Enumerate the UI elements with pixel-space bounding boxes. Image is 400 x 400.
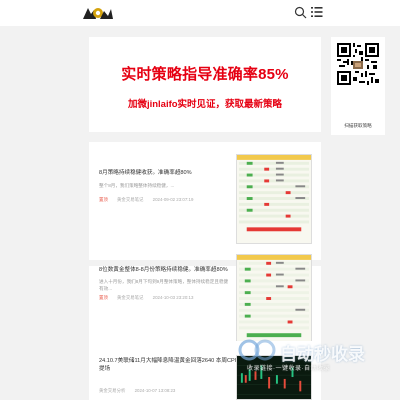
menu-icon[interactable]: [311, 6, 323, 18]
article-excerpt: 整个8月，我们策略整体持续稳健，...: [99, 183, 175, 188]
post-date: 2024-10-03 23:20:13: [152, 295, 194, 300]
post-date: 2024-09-02 23:07:19: [152, 197, 194, 202]
qr-caption: 扫描获取策略: [344, 123, 372, 128]
qr-code-icon: [337, 43, 379, 85]
article-meta: 黄金交易分析 2024-10-07 13:08:23: [99, 388, 175, 394]
category-link[interactable]: 黄金交易分析: [99, 388, 125, 393]
search-icon[interactable]: [294, 6, 307, 19]
article-meta: 置顶 黄金交易笔记 2024-09-02 23:07:19: [99, 197, 193, 203]
article-title[interactable]: 8位数黄金整体8-8月份策略持续稳健。准确率超80%: [99, 266, 239, 274]
pinned-tag: 置顶: [99, 295, 108, 300]
banner-subtitle: 加微jinlaifo实时见证，获取最新策略: [127, 99, 283, 110]
article-card[interactable]: 24.10.7美联储11月大幅降息降温黄金回落2640 本周CPI提场 黄金交易…: [89, 341, 321, 400]
article-meta: 置顶 黄金交易笔记 2024-10-03 23:20:13: [99, 295, 193, 301]
article-title[interactable]: 24.10.7美联储11月大幅降息降温黄金回落2640 本周CPI提场: [99, 357, 239, 373]
qr-card: 扫描获取策略: [331, 37, 385, 135]
logo-icon[interactable]: [82, 5, 114, 21]
article-thumbnail[interactable]: [236, 254, 312, 344]
pinned-tag: 置顶: [99, 197, 108, 202]
article-thumbnail[interactable]: [236, 355, 312, 400]
article-card[interactable]: 8月策略持续稳健收获。准确率超80% 整个8月，我们策略整体持续稳健，... 置…: [89, 142, 321, 260]
top-bar: [0, 0, 400, 26]
post-date: 2024-10-07 13:08:23: [134, 388, 176, 393]
article-title[interactable]: 8月策略持续稳健收获。准确率超80%: [99, 169, 229, 177]
article-thumbnail[interactable]: [236, 154, 312, 244]
category-link[interactable]: 黄金交易笔记: [117, 197, 143, 202]
promo-banner[interactable]: 实时策略指导准确率85% 加微jinlaifo实时见证，获取最新策略: [89, 37, 321, 132]
article-excerpt: 进入十月份，我们8月下旬到9月整体策略，整体持续稳定且稳健有效...: [99, 279, 229, 291]
category-link[interactable]: 黄金交易笔记: [117, 295, 143, 300]
banner-title: 实时策略指导准确率85%: [121, 66, 289, 83]
